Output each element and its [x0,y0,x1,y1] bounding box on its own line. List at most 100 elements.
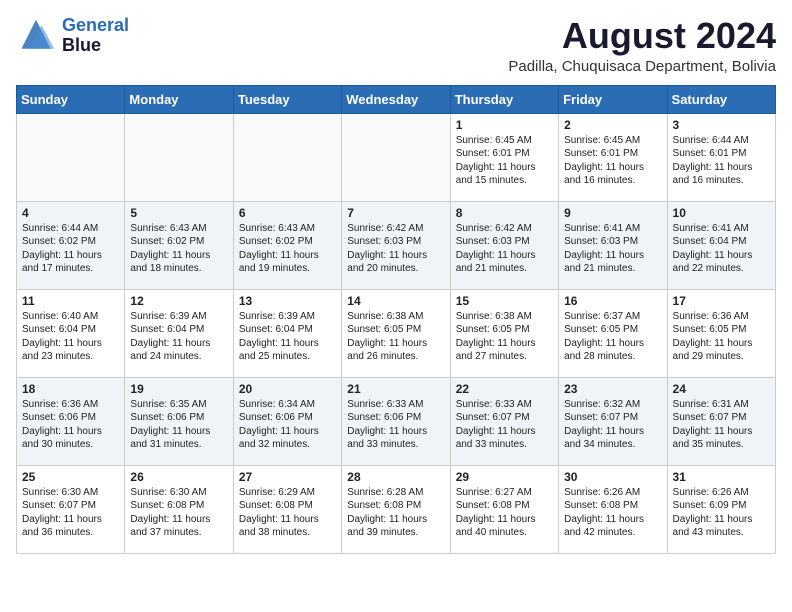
calendar-day-5: 5Sunrise: 6:43 AM Sunset: 6:02 PM Daylig… [125,201,233,289]
calendar-week-1: 1 Sunrise: 6:45 AM Sunset: 6:01 PM Daylig… [17,113,776,201]
calendar-empty [17,113,125,201]
weekday-header-tuesday: Tuesday [233,85,341,113]
calendar-empty [233,113,341,201]
calendar-day-9: 9 Sunrise: 6:41 AM Sunset: 6:03 PM Daylig… [559,201,667,289]
day-info: Sunrise: 6:44 AM Sunset: 6:02 PM Dayligh… [22,222,119,276]
calendar-empty [342,113,450,201]
weekday-header-saturday: Saturday [667,85,775,113]
calendar-day-1: 1 Sunrise: 6:45 AM Sunset: 6:01 PM Daylig… [450,113,558,201]
day-number: 7 [347,206,444,220]
day-info: Sunrise: 6:43 AM Sunset: 6:02 PM Dayligh… [130,222,227,276]
day-info: Sunrise: 6:27 AM Sunset: 6:08 PM Dayligh… [456,486,553,540]
day-info: Sunrise: 6:41 AM Sunset: 6:03 PM Dayligh… [564,222,661,276]
day-number: 15 [456,294,553,308]
calendar-day-13: 13 Sunrise: 6:39 AM Sunset: 6:04 PM Dayli… [233,289,341,377]
day-info: Sunrise: 6:26 AM Sunset: 6:09 PM Dayligh… [673,486,770,540]
day-number: 26 [130,470,227,484]
day-number: 27 [239,470,336,484]
day-info: Sunrise: 6:36 AM Sunset: 6:06 PM Dayligh… [22,398,119,452]
calendar-day-12: 12 Sunrise: 6:39 AM Sunset: 6:04 PM Dayli… [125,289,233,377]
day-number: 16 [564,294,661,308]
calendar-week-3: 11 Sunrise: 6:40 AM Sunset: 6:04 PM Dayli… [17,289,776,377]
day-info: Sunrise: 6:39 AM Sunset: 6:04 PM Dayligh… [239,310,336,364]
day-number: 6 [239,206,336,220]
day-info: Sunrise: 6:42 AM Sunset: 6:03 PM Dayligh… [456,222,553,276]
day-number: 30 [564,470,661,484]
logo-text: GeneralBlue [62,16,129,56]
calendar-day-17: 17 Sunrise: 6:36 AM Sunset: 6:05 PM Dayli… [667,289,775,377]
day-number: 31 [673,470,770,484]
day-info: Sunrise: 6:26 AM Sunset: 6:08 PM Dayligh… [564,486,661,540]
day-number: 24 [673,382,770,396]
day-info: Sunrise: 6:30 AM Sunset: 6:07 PM Dayligh… [22,486,119,540]
day-number: 12 [130,294,227,308]
calendar-day-11: 11 Sunrise: 6:40 AM Sunset: 6:04 PM Dayli… [17,289,125,377]
day-number: 13 [239,294,336,308]
calendar-day-21: 21 Sunrise: 6:33 AM Sunset: 6:06 PM Dayli… [342,377,450,465]
calendar-day-14: 14Sunrise: 6:38 AM Sunset: 6:05 PM Dayli… [342,289,450,377]
location: Padilla, Chuquisaca Department, Bolivia [508,58,776,75]
day-info: Sunrise: 6:31 AM Sunset: 6:07 PM Dayligh… [673,398,770,452]
day-info: Sunrise: 6:29 AM Sunset: 6:08 PM Dayligh… [239,486,336,540]
day-number: 14 [347,294,444,308]
calendar-day-7: 7 Sunrise: 6:42 AM Sunset: 6:03 PM Daylig… [342,201,450,289]
calendar-day-20: 20Sunrise: 6:34 AM Sunset: 6:06 PM Dayli… [233,377,341,465]
day-info: Sunrise: 6:40 AM Sunset: 6:04 PM Dayligh… [22,310,119,364]
month-year: August 2024 [508,16,776,56]
calendar-day-27: 27 Sunrise: 6:29 AM Sunset: 6:08 PM Dayli… [233,465,341,553]
day-number: 9 [564,206,661,220]
day-number: 21 [347,382,444,396]
day-info: Sunrise: 6:33 AM Sunset: 6:06 PM Dayligh… [347,398,444,452]
weekday-header-sunday: Sunday [17,85,125,113]
logo: GeneralBlue [16,16,129,56]
page-header: GeneralBlue August 2024 Padilla, Chuquis… [16,16,776,75]
day-info: Sunrise: 6:34 AM Sunset: 6:06 PM Dayligh… [239,398,336,452]
day-info: Sunrise: 6:44 AM Sunset: 6:01 PM Dayligh… [673,134,770,188]
calendar-day-30: 30 Sunrise: 6:26 AM Sunset: 6:08 PM Dayli… [559,465,667,553]
calendar-week-5: 25 Sunrise: 6:30 AM Sunset: 6:07 PM Dayli… [17,465,776,553]
day-info: Sunrise: 6:35 AM Sunset: 6:06 PM Dayligh… [130,398,227,452]
calendar-day-29: 29Sunrise: 6:27 AM Sunset: 6:08 PM Dayli… [450,465,558,553]
day-info: Sunrise: 6:45 AM Sunset: 6:01 PM Dayligh… [564,134,661,188]
weekday-header-thursday: Thursday [450,85,558,113]
day-info: Sunrise: 6:33 AM Sunset: 6:07 PM Dayligh… [456,398,553,452]
day-info: Sunrise: 6:30 AM Sunset: 6:08 PM Dayligh… [130,486,227,540]
calendar-day-4: 4 Sunrise: 6:44 AM Sunset: 6:02 PM Daylig… [17,201,125,289]
day-number: 28 [347,470,444,484]
calendar-day-6: 6 Sunrise: 6:43 AM Sunset: 6:02 PM Daylig… [233,201,341,289]
day-number: 11 [22,294,119,308]
calendar-day-15: 15Sunrise: 6:38 AM Sunset: 6:05 PM Dayli… [450,289,558,377]
calendar-day-28: 28Sunrise: 6:28 AM Sunset: 6:08 PM Dayli… [342,465,450,553]
day-number: 1 [456,118,553,132]
day-info: Sunrise: 6:32 AM Sunset: 6:07 PM Dayligh… [564,398,661,452]
day-number: 10 [673,206,770,220]
calendar-week-4: 18 Sunrise: 6:36 AM Sunset: 6:06 PM Dayli… [17,377,776,465]
day-info: Sunrise: 6:36 AM Sunset: 6:05 PM Dayligh… [673,310,770,364]
day-info: Sunrise: 6:42 AM Sunset: 6:03 PM Dayligh… [347,222,444,276]
day-info: Sunrise: 6:37 AM Sunset: 6:05 PM Dayligh… [564,310,661,364]
calendar-day-8: 8 Sunrise: 6:42 AM Sunset: 6:03 PM Daylig… [450,201,558,289]
weekday-header-wednesday: Wednesday [342,85,450,113]
calendar-day-22: 22Sunrise: 6:33 AM Sunset: 6:07 PM Dayli… [450,377,558,465]
calendar-day-2: 2 Sunrise: 6:45 AM Sunset: 6:01 PM Daylig… [559,113,667,201]
day-number: 19 [130,382,227,396]
calendar-week-2: 4 Sunrise: 6:44 AM Sunset: 6:02 PM Daylig… [17,201,776,289]
weekday-header-friday: Friday [559,85,667,113]
day-number: 18 [22,382,119,396]
day-info: Sunrise: 6:39 AM Sunset: 6:04 PM Dayligh… [130,310,227,364]
day-info: Sunrise: 6:41 AM Sunset: 6:04 PM Dayligh… [673,222,770,276]
day-info: Sunrise: 6:43 AM Sunset: 6:02 PM Dayligh… [239,222,336,276]
day-number: 4 [22,206,119,220]
day-number: 17 [673,294,770,308]
day-number: 8 [456,206,553,220]
day-number: 3 [673,118,770,132]
calendar-empty [125,113,233,201]
calendar-day-18: 18 Sunrise: 6:36 AM Sunset: 6:06 PM Dayli… [17,377,125,465]
day-number: 25 [22,470,119,484]
logo-icon [16,16,56,56]
day-info: Sunrise: 6:45 AM Sunset: 6:01 PM Dayligh… [456,134,553,188]
calendar-day-3: 3 Sunrise: 6:44 AM Sunset: 6:01 PM Daylig… [667,113,775,201]
day-number: 2 [564,118,661,132]
weekday-header-row: SundayMondayTuesdayWednesdayThursdayFrid… [17,85,776,113]
calendar-day-26: 26 Sunrise: 6:30 AM Sunset: 6:08 PM Dayli… [125,465,233,553]
